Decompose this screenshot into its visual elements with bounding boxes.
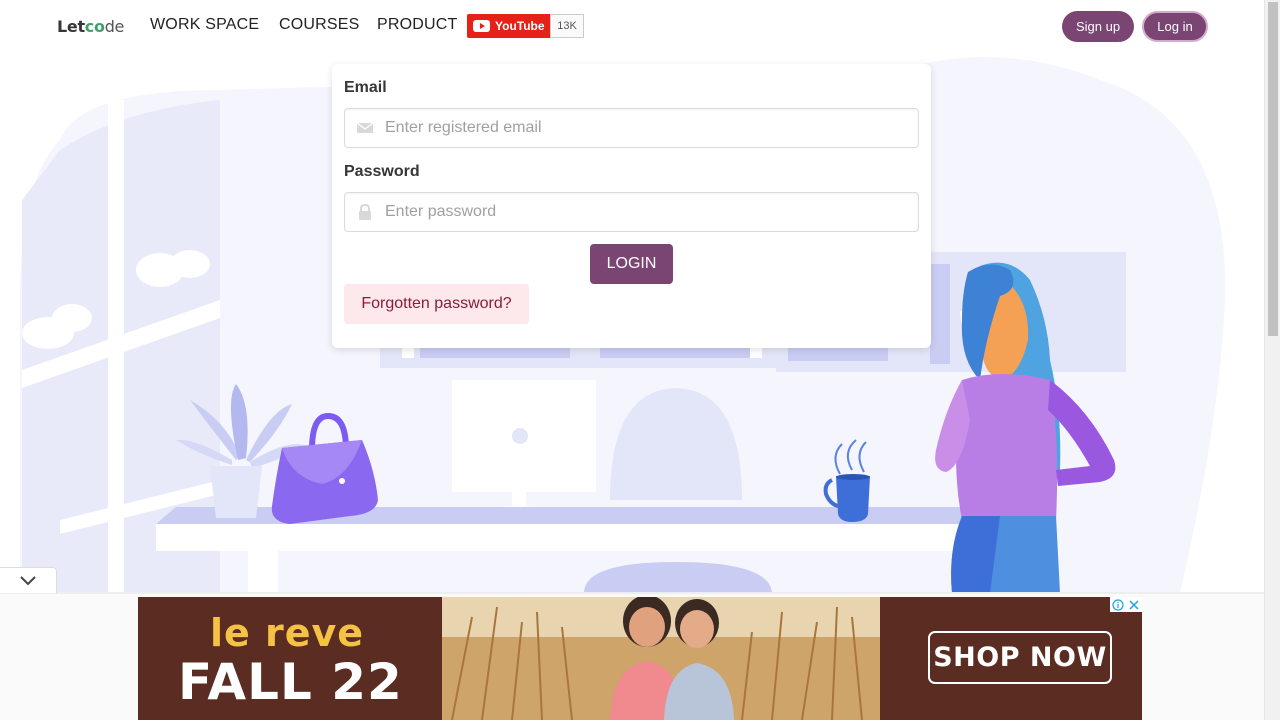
ad-divider — [0, 592, 1264, 594]
nav-link-courses[interactable]: COURSES — [279, 16, 360, 34]
email-label: Email — [344, 79, 387, 96]
password-input[interactable] — [385, 193, 905, 231]
logo-text-co: co — [84, 17, 105, 36]
ad-banner[interactable]: le reve FALL 22 SHOP NOW — [138, 597, 1142, 720]
top-navbar: Letcode WORK SPACE COURSES PRODUCT YouTu… — [0, 0, 1264, 52]
login-submit-button[interactable]: LOGIN — [590, 244, 673, 284]
login-card: Email Password LOGIN Forgotten password? — [332, 64, 931, 348]
youtube-subscribe-widget[interactable]: YouTube 13K — [467, 14, 584, 38]
ad-collapse-toggle[interactable] — [0, 567, 57, 593]
password-field[interactable] — [344, 192, 919, 232]
ad-brand-text: le reve — [210, 611, 365, 655]
youtube-subscriber-count: 13K — [550, 14, 584, 38]
youtube-play-icon — [473, 20, 490, 32]
envelope-icon — [356, 122, 374, 133]
adchoices-icon[interactable] — [1110, 597, 1126, 612]
ad-shop-now-button[interactable]: SHOP NOW — [928, 631, 1112, 684]
email-field[interactable] — [344, 108, 919, 148]
forgot-password-link[interactable]: Forgotten password? — [344, 284, 529, 324]
ad-close-icon[interactable] — [1126, 597, 1142, 612]
lock-icon — [359, 204, 371, 220]
page-scrollbar[interactable] — [1264, 0, 1280, 720]
password-label: Password — [344, 163, 420, 180]
login-nav-button[interactable]: Log in — [1142, 11, 1208, 42]
letcode-logo[interactable]: Letcode — [57, 17, 124, 36]
chevron-down-icon — [20, 576, 36, 586]
logo-text-let: Let — [57, 17, 85, 36]
email-input[interactable] — [385, 109, 905, 147]
nav-link-product[interactable]: PRODUCT — [377, 16, 458, 34]
logo-text-de: de — [104, 17, 125, 36]
ad-photo-children-wheat-field — [442, 597, 880, 720]
scrollbar-thumb[interactable] — [1268, 2, 1278, 336]
signup-button[interactable]: Sign up — [1062, 11, 1134, 42]
youtube-label: YouTube — [495, 19, 545, 33]
youtube-button[interactable]: YouTube — [467, 14, 550, 38]
nav-link-workspace[interactable]: WORK SPACE — [150, 16, 259, 34]
ad-season-text: FALL 22 — [178, 653, 403, 711]
